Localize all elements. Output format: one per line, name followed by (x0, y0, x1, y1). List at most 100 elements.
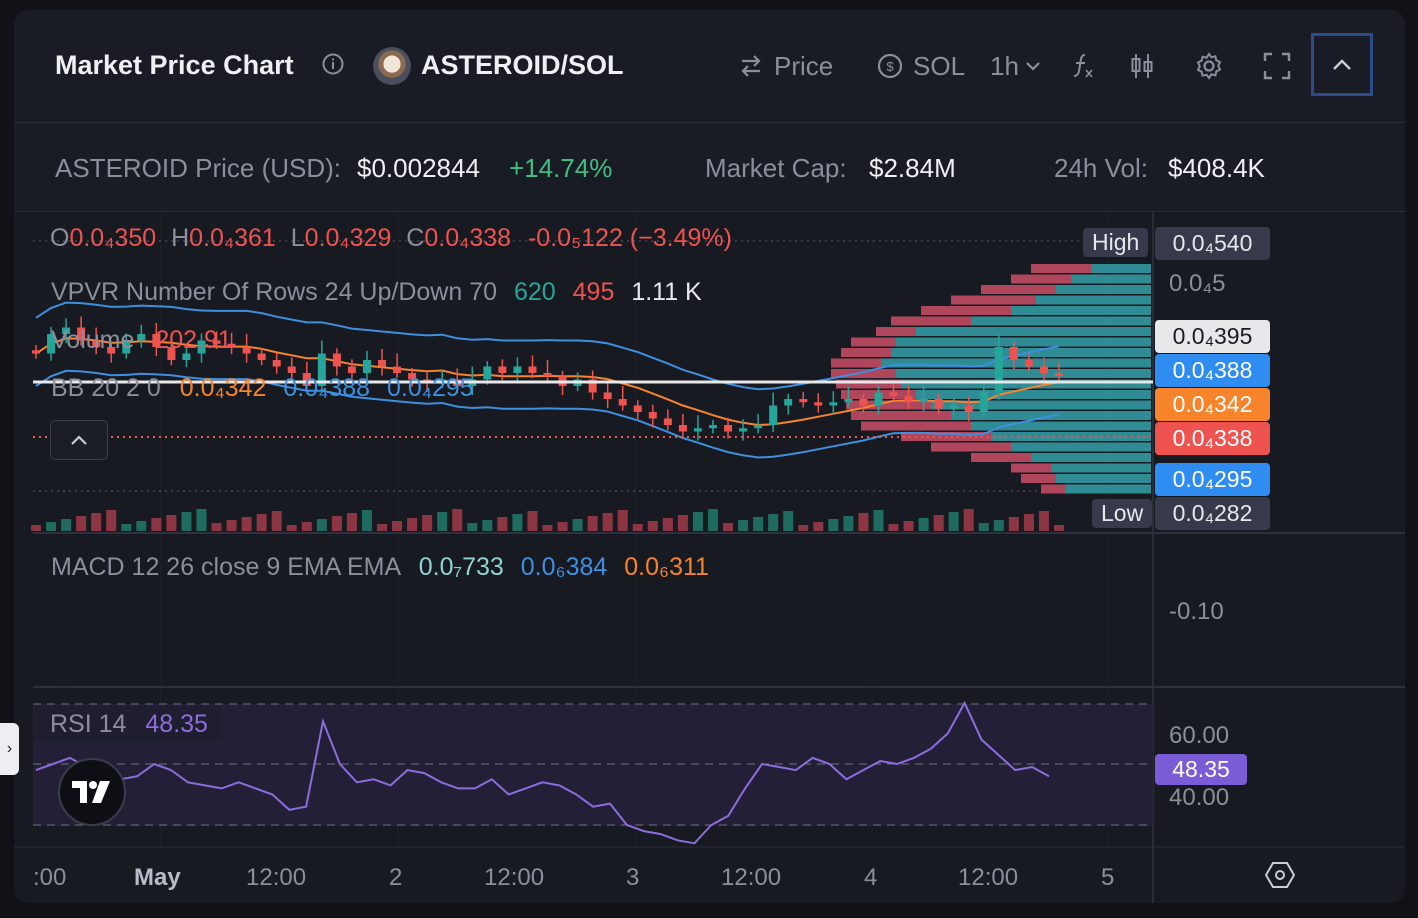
time-axis-label: 3 (626, 864, 640, 891)
volume-bar (151, 518, 162, 531)
side-panel-toggle[interactable]: › (0, 723, 19, 775)
vpvr-up-bar (1011, 306, 1151, 315)
time-axis-label: 12:00 (246, 864, 307, 891)
rsi-value-tag: 48.35 (1155, 754, 1247, 785)
bb-legend[interactable]: BB 20 2 0 0.0₄342 0.0₄388 0.0₄295 (51, 374, 474, 403)
vpvr-up-bar (896, 337, 1151, 347)
candle-body (979, 392, 988, 412)
candle-body (483, 366, 492, 380)
volume-bar (46, 522, 57, 531)
volume-bar (136, 521, 147, 531)
swap-icon (741, 55, 761, 77)
volume-bar (467, 523, 478, 531)
volume-bar (121, 524, 132, 531)
candle-body (934, 399, 943, 409)
ohlc-close: 0.0₄338 (424, 224, 512, 252)
vpvr-down-bar (851, 411, 951, 420)
fullscreen-icon (1263, 52, 1291, 80)
volume-bar (903, 521, 914, 531)
volume-bar (918, 518, 929, 531)
candle-body (844, 399, 853, 403)
candle-body (603, 392, 612, 399)
time-axis-label: :00 (33, 864, 67, 891)
vpvr-down-bar (971, 453, 1031, 462)
volume-bar (692, 512, 703, 531)
time-axis-label: 12:00 (484, 864, 545, 891)
volume-bar (963, 509, 974, 531)
candle-body (708, 425, 717, 429)
candle-body (633, 405, 642, 412)
volume-bar (301, 522, 312, 531)
market-cap-label: Market Cap: (705, 153, 847, 183)
time-axis-label: 12:00 (958, 864, 1019, 891)
settings-hex-icon[interactable] (1265, 860, 1295, 890)
low-label: Low (1092, 499, 1153, 528)
macd-legend[interactable]: MACD 12 26 close 9 EMA EMA 0.0₇733 0.0₆3… (51, 553, 709, 582)
info-icon[interactable] (322, 53, 344, 75)
candle-body (618, 399, 627, 406)
volume-bar (542, 525, 553, 531)
vpvr-down-bar (931, 442, 1011, 452)
vpvr-up-bar (916, 327, 1151, 336)
volume-bar (798, 525, 809, 531)
volume-bar (933, 515, 944, 531)
legend-collapse-button[interactable] (50, 420, 108, 460)
tradingview-logo[interactable] (58, 758, 126, 826)
rsi-axis-60: 60.00 (1169, 722, 1230, 749)
vpvr-down-bar (1021, 474, 1056, 483)
candle-body (528, 366, 537, 373)
time-axis-label: 5 (1101, 864, 1115, 891)
chart-type-button[interactable] (1130, 46, 1154, 86)
price-toggle-button[interactable]: Price (738, 46, 833, 86)
vpvr-up-bar (1056, 474, 1151, 483)
token-pair: ASTEROID/SOL (421, 50, 624, 80)
volume-bar (587, 516, 598, 531)
candle-body (769, 405, 778, 425)
vpvr-up-bar (896, 369, 1151, 378)
candle-body (347, 366, 356, 373)
last-price-tag: 0.0₄395 (1155, 320, 1270, 353)
volume-bar (813, 522, 824, 531)
volume-bar (1054, 525, 1064, 531)
volume-bar (978, 523, 989, 531)
token-avatar (373, 47, 411, 85)
fullscreen-button[interactable] (1263, 46, 1291, 86)
candle-body (513, 366, 522, 373)
interval-dropdown[interactable]: 1h (990, 46, 1043, 86)
rsi-legend[interactable]: RSI 14 48.35 (34, 706, 222, 741)
collapse-button[interactable] (1311, 33, 1373, 96)
vpvr-up-bar (1031, 453, 1151, 462)
candle-body (362, 360, 371, 373)
candle-body (678, 425, 687, 432)
volume-bar (31, 525, 41, 531)
time-axis-label: 4 (864, 864, 878, 891)
vpvr-up-bar (1011, 442, 1151, 452)
volume-bar (196, 509, 207, 531)
svg-text:$: $ (886, 59, 894, 74)
volume-legend[interactable]: Volume 202.91 (51, 326, 232, 355)
ohlc-open: 0.0₄350 (69, 224, 157, 252)
volume-bar (527, 511, 538, 531)
volume-bar (482, 520, 493, 531)
ohlc-legend: O0.0₄350 H0.0₄361 L0.0₄329 C0.0₄338 -0.0… (50, 224, 732, 252)
indicators-button[interactable] (1070, 46, 1096, 86)
quote-toggle-button[interactable]: $ SOL (876, 46, 965, 86)
vpvr-down-bar (951, 295, 1036, 305)
chart-area[interactable]: O0.0₄350 H0.0₄361 L0.0₄329 C0.0₄338 -0.0… (14, 212, 1405, 903)
vpvr-down-bar (1011, 274, 1071, 284)
vpvr-legend[interactable]: VPVR Number Of Rows 24 Up/Down 70 620 49… (51, 278, 702, 307)
candle-body (332, 353, 341, 367)
candle-body (994, 347, 1003, 393)
quote-label: SOL (913, 50, 966, 81)
volume-24h-value: $408.4K (1168, 153, 1265, 183)
candle-body (739, 428, 748, 432)
volume-bar (181, 512, 192, 531)
vpvr-up-bar (1071, 274, 1151, 284)
candle-body (32, 350, 40, 354)
volume-bar (316, 519, 327, 531)
candle-body (829, 402, 838, 406)
candle-body (874, 392, 883, 406)
high-label: High (1083, 228, 1149, 257)
settings-button[interactable] (1194, 46, 1224, 86)
chart-header: Market Price Chart ASTEROID/SOL Price $ … (14, 10, 1405, 123)
